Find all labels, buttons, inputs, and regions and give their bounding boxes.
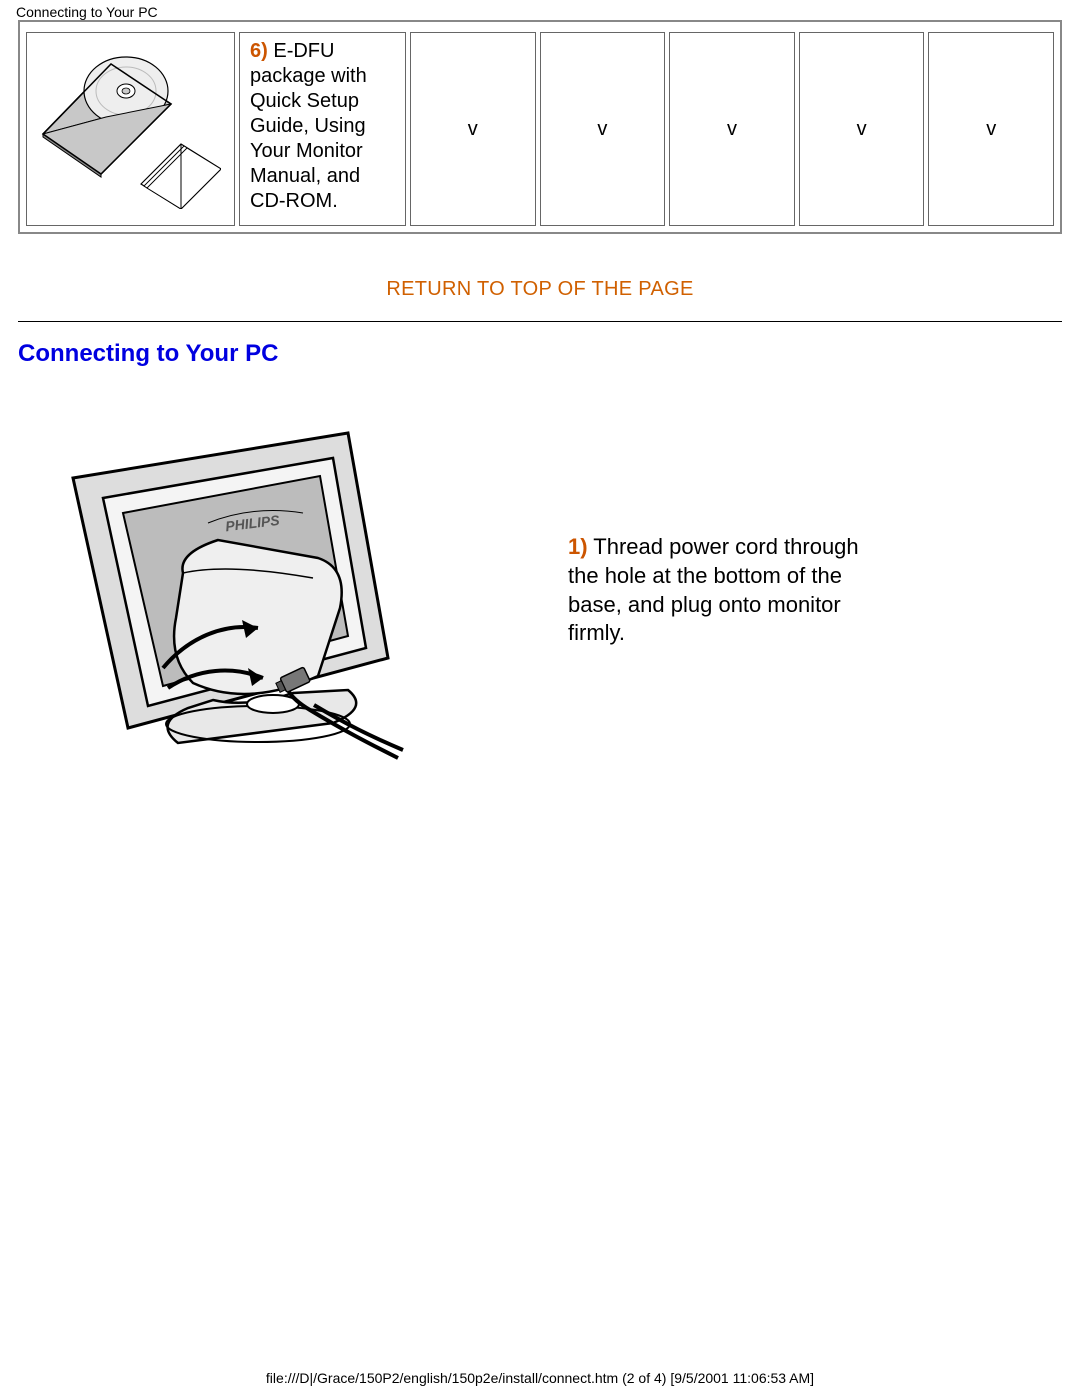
item-desc: package with Quick Setup Guide, Using Yo… — [250, 65, 367, 212]
step-row: PHILIPS — [18, 408, 1062, 773]
check-cell: v — [928, 32, 1054, 226]
item-title: E-DFU — [268, 40, 335, 62]
check-cell: v — [540, 32, 666, 226]
step-text: 1) Thread power cord through the hole at… — [568, 533, 888, 647]
item-image-cell — [26, 32, 235, 226]
items-table-wrapper: 6) E-DFU package with Quick Setup Guide,… — [18, 20, 1062, 234]
monitor-back-illustration: PHILIPS — [48, 408, 408, 773]
check-cell: v — [669, 32, 795, 226]
section-divider — [18, 321, 1062, 322]
page-footer-path: file:///D|/Grace/150P2/english/150p2e/in… — [0, 1370, 1080, 1386]
step-description: Thread power cord through the hole at th… — [568, 534, 859, 645]
table-row: 6) E-DFU package with Quick Setup Guide,… — [26, 32, 1054, 226]
step-number: 1) — [568, 534, 588, 559]
return-to-top-wrapper: RETURN TO TOP OF THE PAGE — [18, 278, 1062, 301]
page-header-title: Connecting to Your PC — [0, 0, 1080, 20]
accessories-table: 6) E-DFU package with Quick Setup Guide,… — [22, 28, 1058, 230]
monitor-back-icon: PHILIPS — [48, 408, 408, 768]
check-cell: v — [410, 32, 536, 226]
item-description-cell: 6) E-DFU package with Quick Setup Guide,… — [239, 32, 406, 226]
check-cell: v — [799, 32, 925, 226]
item-number: 6) — [250, 40, 268, 62]
cdrom-package-icon — [41, 49, 221, 209]
return-to-top-link[interactable]: RETURN TO TOP OF THE PAGE — [386, 278, 693, 300]
section-heading: Connecting to Your PC — [18, 340, 1062, 368]
